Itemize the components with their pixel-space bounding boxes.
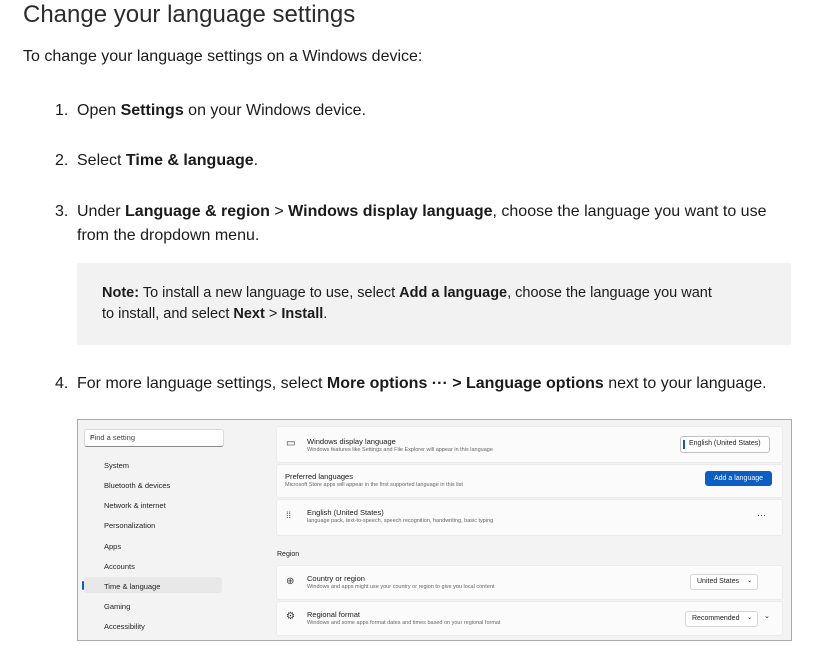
nav-item-accessibility[interactable]: Accessibility [104,622,145,631]
monitor-icon: ▭ [286,438,296,449]
nav-item-personalization[interactable]: Personalization [104,521,155,530]
focus-indicator [683,440,685,449]
note-text: Note: To install a new language to use, … [102,285,712,322]
language-options-term: More options ··· > Language options [326,375,604,392]
step-2: 2. Select Time & language. [55,152,259,169]
display-language-term: Windows display language [288,203,493,220]
step-1: 1. Open Settings on your Windows device. [55,102,367,119]
nav-item-apps[interactable]: Apps [104,542,121,551]
settings-term: Settings [120,102,184,119]
intro-text: To change your language settings on a Wi… [23,48,423,65]
page-title: Change your language settings [23,1,356,28]
note-box: Note: To install a new language to use, … [77,263,791,345]
nav-item-gaming[interactable]: Gaming [104,602,130,611]
more-options-icon[interactable]: ··· [757,510,766,520]
regional-format-card: ⚙ Regional format Windows and some apps … [276,601,783,636]
chevron-down-icon: ⌄ [746,578,752,584]
time-language-term: Time & language [125,152,254,169]
settings-screenshot: Find a setting ⌕ System Bluetooth & devi… [77,419,792,641]
chevron-down-icon: ⌄ [746,615,752,621]
nav-selection-indicator [82,581,84,590]
language-region-term: Language & region [125,203,270,220]
language-item-card[interactable]: ⁞⁞ English (United States) language pack… [276,499,783,536]
display-language-card: ▭ Windows display language Windows featu… [276,426,783,463]
step-3: 3. Under Language & region > Windows dis… [55,203,767,244]
nav-item-bluetooth[interactable]: Bluetooth & devices [104,481,170,490]
country-dropdown[interactable]: United States ⌄ [690,574,758,590]
step-4: 4. For more language settings, select Mo… [55,375,767,392]
globe-icon: ⊕ [286,576,295,587]
add-language-button[interactable]: Add a language [705,471,772,486]
display-language-dropdown[interactable]: English (United States) [680,436,770,453]
nav-item-time-language[interactable]: Time & language [104,582,160,591]
note-label: Note: [102,285,140,301]
drag-handle-icon: ⁞⁞ [286,510,292,520]
search-icon: ⌕ [90,432,95,441]
expand-chevron-icon[interactable]: ⌄ [764,612,770,620]
regional-format-dropdown[interactable]: Recommended ⌄ [685,611,758,627]
regional-format-icon: ⚙ [286,611,295,622]
nav-item-accounts[interactable]: Accounts [104,562,135,571]
nav-item-system[interactable]: System [104,461,129,470]
find-setting-input[interactable]: Find a setting ⌕ [84,429,224,447]
country-region-card: ⊕ Country or region Windows and apps mig… [276,565,783,600]
nav-item-network[interactable]: Network & internet [104,501,166,510]
region-header: Region [277,551,300,558]
